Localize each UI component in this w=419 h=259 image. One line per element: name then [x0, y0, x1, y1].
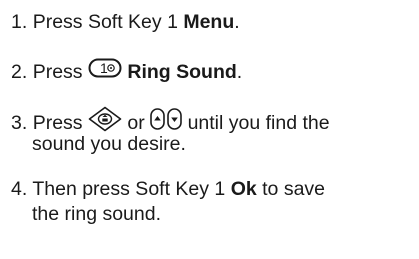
step-2-end: .: [236, 61, 243, 84]
step-2-text: Press: [32, 61, 83, 84]
svg-text:1: 1: [100, 60, 108, 76]
step-3-number: 3.: [11, 112, 28, 135]
step-3-or: or: [127, 112, 145, 135]
step-4-text: Then press Soft Key 1: [32, 178, 226, 200]
step-4-continuation: the ring sound.: [32, 203, 162, 225]
step-4-end: to save: [262, 178, 326, 200]
step-1-bold: Menu: [183, 11, 235, 33]
step-4-number: 4.: [11, 178, 28, 200]
step-1-number: 1.: [11, 11, 28, 33]
step-3-end: until you find the: [187, 112, 330, 135]
key-1-button-icon: 1: [88, 58, 122, 84]
step-1: 1. Press Soft Key 1 Menu.: [11, 10, 240, 34]
instruction-page: 1. Press Soft Key 1 Menu. 2. Press 1 Rin…: [0, 0, 419, 259]
step-2: 2. Press 1 Ring Sound.: [11, 58, 243, 86]
step-1-end: .: [234, 11, 240, 33]
step-1-text: Press Soft Key 1: [32, 11, 178, 33]
step-4-bold: Ok: [230, 178, 257, 200]
step-3-continuation: sound you desire.: [32, 133, 186, 155]
step-2-bold: Ring Sound: [127, 61, 237, 84]
step-3-text: Press: [32, 112, 83, 135]
step-4: 4. Then press Soft Key 1 Ok to save: [11, 177, 325, 201]
step-2-number: 2.: [11, 61, 28, 84]
